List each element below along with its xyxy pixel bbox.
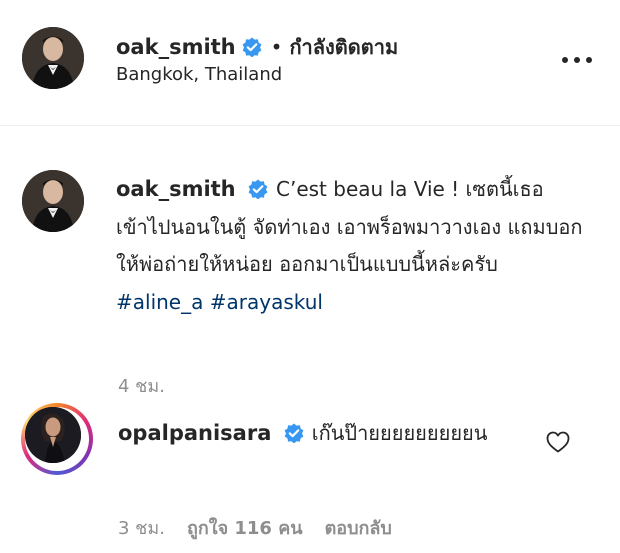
profile-photo-icon xyxy=(25,407,81,463)
comment: opalpanisara เก๊นป๊ายยยยยยยยยน xyxy=(118,415,548,451)
caption-avatar[interactable] xyxy=(22,170,84,232)
caption: oak_smith C’est beau la Vie ! เซตนี้เธอเ… xyxy=(116,171,586,321)
verified-badge-icon xyxy=(242,37,262,58)
reply-button[interactable]: ตอบกลับ xyxy=(325,513,392,542)
author-username[interactable]: oak_smith xyxy=(116,35,236,59)
heart-outline-icon[interactable] xyxy=(546,431,570,453)
avatar[interactable] xyxy=(22,27,84,89)
hashtag-link[interactable]: #arayaskul xyxy=(210,290,323,314)
caption-timestamp[interactable]: 4 ชม. xyxy=(118,371,165,400)
commenter-avatar xyxy=(25,407,81,463)
comment-timestamp[interactable]: 3 ชม. xyxy=(118,513,165,542)
header-name-row: oak_smith • กำลังติดตาม xyxy=(116,30,398,64)
story-ring-avatar[interactable] xyxy=(21,403,93,475)
separator-dot: • xyxy=(270,35,283,59)
verified-badge-icon xyxy=(284,418,304,444)
likes-count-button[interactable]: ถูกใจ 116 คน xyxy=(187,513,303,542)
more-options-icon[interactable] xyxy=(562,57,592,65)
comment-meta: 3 ชม. ถูกใจ 116 คน ตอบกลับ xyxy=(118,513,414,542)
post-header: oak_smith • กำลังติดตาม Bangkok, Thailan… xyxy=(0,0,620,126)
verified-badge-icon xyxy=(248,174,268,200)
location-link[interactable]: Bangkok, Thailand xyxy=(116,64,282,85)
caption-username[interactable]: oak_smith xyxy=(116,177,236,201)
following-button[interactable]: กำลังติดตาม xyxy=(289,31,398,63)
profile-photo-icon xyxy=(22,27,84,89)
commenter-username[interactable]: opalpanisara xyxy=(118,421,271,445)
comment-body: เก๊นป๊ายยยยยยยยยน xyxy=(311,421,488,445)
hashtag-link[interactable]: #aline_a xyxy=(116,290,203,314)
profile-photo-icon xyxy=(22,170,84,232)
